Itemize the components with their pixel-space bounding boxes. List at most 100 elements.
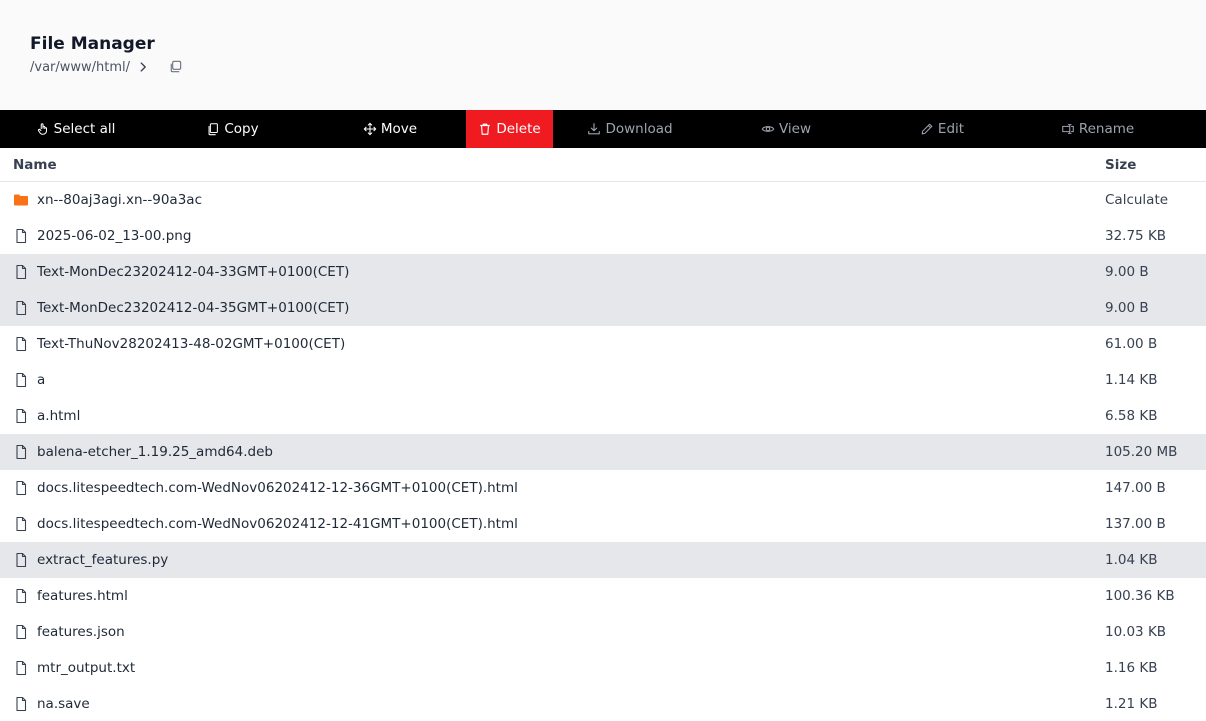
rename-button[interactable]: Rename xyxy=(1019,110,1176,148)
column-header-size[interactable]: Size xyxy=(1105,157,1206,173)
file-list: xn--80aj3agi.xn--90a3ac Calculate 2025-06-… xyxy=(0,182,1206,721)
breadcrumb: /var/www/html/ xyxy=(30,57,1206,77)
file-size: 1.04 KB xyxy=(1105,552,1158,568)
file-icon xyxy=(13,264,29,280)
file-name[interactable]: docs.litespeedtech.com-WedNov06202412-12… xyxy=(37,516,518,532)
file-name[interactable]: xn--80aj3agi.xn--90a3ac xyxy=(37,192,202,208)
file-name[interactable]: a.html xyxy=(37,408,80,424)
copy-icon xyxy=(206,122,220,136)
file-name-cell: 2025-06-02_13-00.png xyxy=(0,228,1105,244)
file-size: 9.00 B xyxy=(1105,264,1149,280)
file-icon xyxy=(13,588,29,604)
file-name[interactable]: features.json xyxy=(37,624,125,640)
table-row[interactable]: docs.litespeedtech.com-WedNov06202412-12… xyxy=(0,506,1206,542)
file-name[interactable]: mtr_output.txt xyxy=(37,660,135,676)
file-name[interactable]: docs.litespeedtech.com-WedNov06202412-12… xyxy=(37,480,518,496)
move-label: Move xyxy=(380,121,418,137)
delete-label: Delete xyxy=(496,121,541,137)
file-size: 105.20 MB xyxy=(1105,444,1178,460)
table-row[interactable]: features.json 10.03 KB xyxy=(0,614,1206,650)
file-name[interactable]: Text-MonDec23202412-04-35GMT+0100(CET) xyxy=(37,300,349,316)
file-icon xyxy=(13,552,29,568)
file-name-cell: na.save xyxy=(0,696,1105,712)
file-name-cell: xn--80aj3agi.xn--90a3ac xyxy=(0,192,1105,208)
file-icon xyxy=(13,624,29,640)
table-row[interactable]: a.html 6.58 KB xyxy=(0,398,1206,434)
move-button[interactable]: Move xyxy=(314,110,466,148)
pencil-icon xyxy=(920,122,934,136)
file-name-cell: extract_features.py xyxy=(0,552,1105,568)
file-size: 61.00 B xyxy=(1105,336,1158,352)
table-row[interactable]: xn--80aj3agi.xn--90a3ac Calculate xyxy=(0,182,1206,218)
file-icon xyxy=(13,372,29,388)
table-row[interactable]: na.save 1.21 KB xyxy=(0,686,1206,721)
table-row[interactable]: mtr_output.txt 1.16 KB xyxy=(0,650,1206,686)
move-arrows-icon xyxy=(363,122,377,136)
current-path[interactable]: /var/www/html/ xyxy=(30,60,130,75)
table-row[interactable]: extract_features.py 1.04 KB xyxy=(0,542,1206,578)
file-icon xyxy=(13,228,29,244)
rename-label: Rename xyxy=(1078,121,1135,137)
download-label: Download xyxy=(605,121,673,137)
view-button[interactable]: View xyxy=(707,110,865,148)
file-size: 6.58 KB xyxy=(1105,408,1158,424)
file-name[interactable]: Text-ThuNov28202413-48-02GMT+0100(CET) xyxy=(37,336,345,352)
file-name-cell: docs.litespeedtech.com-WedNov06202412-12… xyxy=(0,516,1105,532)
file-name[interactable]: Text-MonDec23202412-04-33GMT+0100(CET) xyxy=(37,264,349,280)
file-icon xyxy=(13,444,29,460)
table-row[interactable]: Text-MonDec23202412-04-35GMT+0100(CET) 9.… xyxy=(0,290,1206,326)
table-row[interactable]: 2025-06-02_13-00.png 32.75 KB xyxy=(0,218,1206,254)
file-size: 1.16 KB xyxy=(1105,660,1158,676)
download-icon xyxy=(587,122,601,136)
table-row[interactable]: features.html 100.36 KB xyxy=(0,578,1206,614)
file-size: 1.14 KB xyxy=(1105,372,1158,388)
file-name[interactable]: extract_features.py xyxy=(37,552,168,568)
file-icon xyxy=(13,660,29,676)
calculate-size-link[interactable]: Calculate xyxy=(1105,192,1206,208)
file-name-cell: balena-etcher_1.19.25_amd64.deb xyxy=(0,444,1105,460)
hand-pointer-icon xyxy=(36,122,50,136)
table-row[interactable]: a 1.14 KB xyxy=(0,362,1206,398)
view-label: View xyxy=(778,121,812,137)
file-size: 10.03 KB xyxy=(1105,624,1167,640)
file-table: Name Size xn--80aj3agi.xn--90a3ac Calcula… xyxy=(0,148,1206,721)
file-name-cell: mtr_output.txt xyxy=(0,660,1105,676)
select-all-button[interactable]: Select all xyxy=(0,110,151,148)
file-name[interactable]: 2025-06-02_13-00.png xyxy=(37,228,191,244)
page-header: File Manager /var/www/html/ xyxy=(0,0,1206,110)
select-all-label: Select all xyxy=(53,121,116,137)
file-name[interactable]: features.html xyxy=(37,588,128,604)
page-title: File Manager xyxy=(30,34,155,54)
file-size: 32.75 KB xyxy=(1105,228,1167,244)
file-name-cell: Text-ThuNov28202413-48-02GMT+0100(CET) xyxy=(0,336,1105,352)
column-header-name[interactable]: Name xyxy=(0,157,1105,173)
file-name[interactable]: na.save xyxy=(37,696,90,712)
delete-button[interactable]: Delete xyxy=(466,110,553,148)
trash-icon xyxy=(478,122,492,136)
file-icon xyxy=(13,336,29,352)
file-size: 137.00 B xyxy=(1105,516,1166,532)
copy-path-icon[interactable] xyxy=(168,59,184,75)
file-icon xyxy=(13,300,29,316)
file-size: 1.21 KB xyxy=(1105,696,1158,712)
table-row[interactable]: Text-MonDec23202412-04-33GMT+0100(CET) 9.… xyxy=(0,254,1206,290)
chevron-right-icon[interactable] xyxy=(136,60,150,74)
file-name[interactable]: a xyxy=(37,372,45,388)
file-name-cell: Text-MonDec23202412-04-33GMT+0100(CET) xyxy=(0,264,1105,280)
copy-label: Copy xyxy=(224,121,259,137)
table-row[interactable]: docs.litespeedtech.com-WedNov06202412-12… xyxy=(0,470,1206,506)
eye-icon xyxy=(761,122,775,136)
file-size: 100.36 KB xyxy=(1105,588,1175,604)
file-icon xyxy=(13,408,29,424)
copy-button[interactable]: Copy xyxy=(151,110,314,148)
file-name-cell: a.html xyxy=(0,408,1105,424)
file-size: 147.00 B xyxy=(1105,480,1166,496)
table-row[interactable]: balena-etcher_1.19.25_amd64.deb 105.20 MB xyxy=(0,434,1206,470)
download-button[interactable]: Download xyxy=(553,110,707,148)
file-icon xyxy=(13,696,29,712)
file-icon xyxy=(13,480,29,496)
edit-button[interactable]: Edit xyxy=(865,110,1019,148)
table-row[interactable]: Text-ThuNov28202413-48-02GMT+0100(CET) 61… xyxy=(0,326,1206,362)
file-name[interactable]: balena-etcher_1.19.25_amd64.deb xyxy=(37,444,273,460)
file-size: 9.00 B xyxy=(1105,300,1149,316)
